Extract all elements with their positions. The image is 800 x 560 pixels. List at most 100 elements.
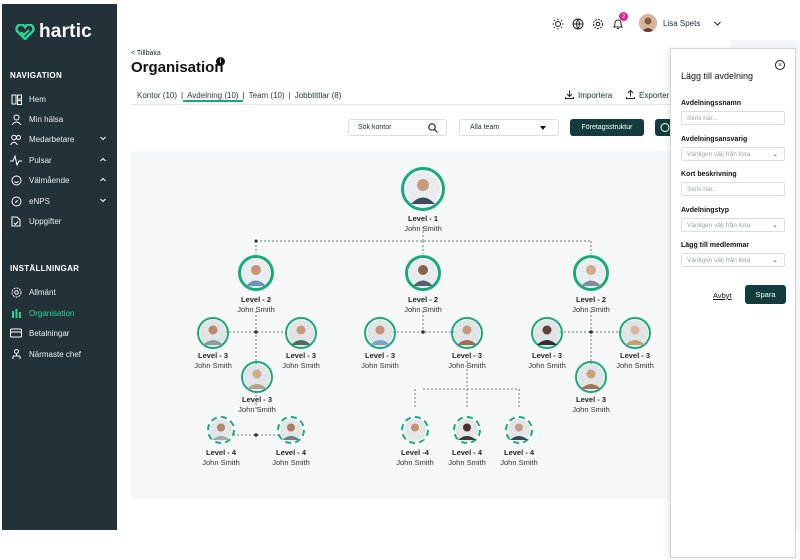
sidebar-item-pulsar[interactable]: Pulsar xyxy=(10,152,110,168)
sidebar-item-hem[interactable]: Hem xyxy=(10,91,110,107)
info-icon[interactable]: i xyxy=(216,57,225,66)
close-icon[interactable]: × xyxy=(775,60,785,70)
user-menu[interactable]: Lisa Spets xyxy=(639,14,722,32)
team-select-value: Alla team xyxy=(470,124,500,131)
node-name: John Smith xyxy=(500,458,538,467)
export-button[interactable]: Exporter xyxy=(626,89,670,101)
tab-team[interactable]: Team (10) xyxy=(245,91,289,102)
globe-icon[interactable] xyxy=(572,17,584,35)
sidebar-item-narmaste-chef[interactable]: Närmaste chef xyxy=(10,346,110,362)
tab-avdelning[interactable]: Avdelning (10) xyxy=(183,91,243,102)
gear-icon[interactable] xyxy=(592,17,604,35)
node-level: Level - 1 xyxy=(407,214,438,223)
person-avatar[interactable] xyxy=(238,255,274,291)
add-department-button[interactable] xyxy=(655,119,671,136)
download-icon xyxy=(565,90,574,101)
node-name: John Smith xyxy=(572,305,610,314)
node-level: Level - 3 xyxy=(197,351,228,360)
sidebar-item-organisation[interactable]: Organisation xyxy=(10,305,110,321)
person-avatar[interactable] xyxy=(405,255,441,291)
person-avatar[interactable] xyxy=(573,255,609,291)
node-name: John Smith xyxy=(448,361,486,370)
logo[interactable]: hartic xyxy=(15,21,92,43)
person-avatar[interactable] xyxy=(364,317,396,349)
sidebar-item-label: Uppgifter xyxy=(29,216,62,226)
person-avatar[interactable] xyxy=(619,317,651,349)
organisation-icon xyxy=(10,307,22,319)
save-button[interactable]: Spara xyxy=(745,285,786,304)
sidebar-item-medarbetare[interactable]: Medarbetare xyxy=(10,131,110,147)
settings-heading: INSTÄLLNINGAR xyxy=(10,264,80,273)
node-name: John Smith xyxy=(404,224,442,233)
chevron-down-icon: ⌄ xyxy=(772,151,778,158)
person-avatar[interactable] xyxy=(241,361,273,393)
dashboard-icon xyxy=(10,93,22,105)
field-label: Kort beskrivning xyxy=(681,171,737,178)
company-structure-button[interactable]: Företagsstruktur xyxy=(570,119,644,136)
sidebar-item-valmaende[interactable]: Välmående xyxy=(10,172,110,188)
person-avatar[interactable] xyxy=(277,416,305,444)
tab-kontor[interactable]: Kontor (10) xyxy=(133,91,181,102)
node-name: John Smith xyxy=(572,405,610,414)
user-name: Lisa Spets xyxy=(663,18,701,28)
add-members-select[interactable]: Vänligen välj från lista ⌄ xyxy=(681,253,785,267)
person-avatar[interactable] xyxy=(197,317,229,349)
node-level: Level - 4 xyxy=(503,448,534,457)
navigation-heading: NAVIGATION xyxy=(10,71,63,80)
export-label: Exporter xyxy=(639,91,670,100)
user-icon xyxy=(10,113,22,125)
department-name-field[interactable]: Skriv här... xyxy=(681,111,785,125)
sidebar-item-label: eNPS xyxy=(29,196,50,206)
node-name: John Smith xyxy=(282,361,320,370)
person-avatar[interactable] xyxy=(401,416,429,444)
person-avatar[interactable] xyxy=(285,317,317,349)
caret-down-icon xyxy=(540,126,546,130)
person-avatar[interactable] xyxy=(505,416,533,444)
search-icon xyxy=(428,123,438,135)
person-avatar[interactable] xyxy=(451,317,483,349)
sidebar-item-uppgifter[interactable]: Uppgifter xyxy=(10,213,110,229)
person-avatar[interactable] xyxy=(401,167,445,211)
field-placeholder: Vänligen välj från lista xyxy=(687,222,751,229)
sun-icon[interactable] xyxy=(552,17,564,35)
short-description-field[interactable]: Skriv här... xyxy=(681,182,785,196)
sidebar-item-betalningar[interactable]: Betalningar xyxy=(10,325,110,341)
node-level: Level - 3 xyxy=(364,351,395,360)
search-input[interactable]: Sök kontor xyxy=(348,119,447,136)
chevron-up-icon xyxy=(100,175,106,184)
back-link[interactable]: < Tillbaka xyxy=(131,50,161,57)
node-level: Level - 2 xyxy=(407,295,438,304)
department-type-select[interactable]: Vänligen välj från lista ⌄ xyxy=(681,218,785,232)
node-level: Level - 2 xyxy=(240,295,271,304)
org-chart: Level - 1 John Smith Level - 2 John Smit… xyxy=(131,151,671,499)
tab-jobbtitlar[interactable]: Jobbtittlar (8) xyxy=(291,91,346,102)
import-label: Importera xyxy=(578,91,613,100)
smile-icon xyxy=(10,174,22,186)
person-avatar[interactable] xyxy=(575,361,607,393)
gear-icon xyxy=(10,286,22,298)
sidebar-item-allmant[interactable]: Allmänt xyxy=(10,284,110,300)
pulse-icon xyxy=(10,154,22,166)
sidebar-item-label: Organisation xyxy=(29,308,75,318)
sidebar-item-label: Betalningar xyxy=(29,328,70,338)
person-avatar[interactable] xyxy=(453,416,481,444)
node-name: John Smith xyxy=(616,361,654,370)
node-level: Level - 3 xyxy=(575,395,606,404)
person-avatar[interactable] xyxy=(207,416,235,444)
panel-title: Lägg till avdelning xyxy=(681,71,754,81)
divider xyxy=(131,104,671,105)
sidebar-item-enps[interactable]: eNPS xyxy=(10,193,110,209)
bell-icon[interactable]: 2 xyxy=(612,12,628,35)
department-manager-select[interactable]: Vänligen välj från lista ⌄ xyxy=(681,147,785,161)
person-avatar[interactable] xyxy=(531,317,563,349)
team-select[interactable]: Alla team xyxy=(459,119,559,136)
sidebar-item-min-halsa[interactable]: Min hälsa xyxy=(10,111,110,127)
import-button[interactable]: Importera xyxy=(565,90,612,101)
chevron-down-icon: ⌄ xyxy=(772,222,778,229)
card-icon xyxy=(10,327,22,339)
document-icon xyxy=(10,215,22,227)
node-name: John Smith xyxy=(238,405,276,414)
node-level: Level - 3 xyxy=(241,395,272,404)
cancel-button[interactable]: Avbyt xyxy=(713,291,732,300)
field-placeholder: Skriv här... xyxy=(687,186,718,193)
